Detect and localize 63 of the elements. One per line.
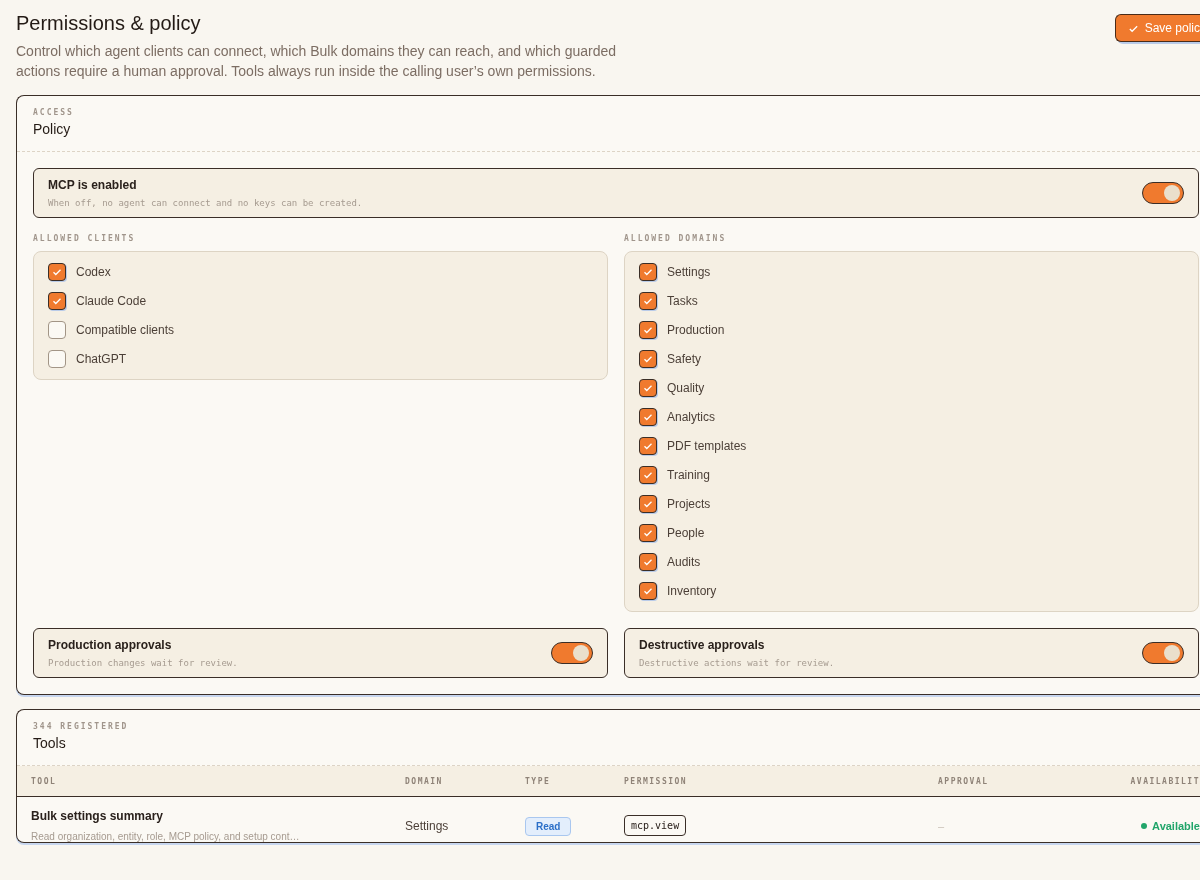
checkbox[interactable] <box>639 495 657 513</box>
checkbox[interactable] <box>639 553 657 571</box>
checkbox-option[interactable]: Quality <box>639 378 1184 398</box>
permission-code: mcp.view <box>624 815 687 836</box>
checkbox-option[interactable]: Training <box>639 465 1184 485</box>
checkbox[interactable] <box>48 292 66 310</box>
tool-description: Read organization, entity, role, MCP policy, and setup cont… <box>31 831 301 842</box>
status-dot-icon <box>1141 822 1148 829</box>
group-heading: ALLOWED DOMAINS <box>624 234 728 243</box>
setting-label: Production approvals <box>48 638 173 652</box>
checkbox[interactable] <box>48 350 66 368</box>
checkbox-option[interactable]: Production <box>639 320 1184 340</box>
checkbox-option[interactable]: Claude Code <box>48 291 593 311</box>
checkbox[interactable] <box>639 466 657 484</box>
section-eyebrow: ACCESS <box>33 108 75 117</box>
setting-hint: When off, no agent can connect and no keys can be created. <box>48 198 363 208</box>
checkbox-option[interactable]: Analytics <box>639 407 1184 427</box>
type-badge: Read <box>525 816 572 836</box>
checkbox-option[interactable]: Safety <box>639 349 1184 369</box>
checkbox[interactable] <box>639 524 657 542</box>
section-title: Policy <box>33 121 72 137</box>
table-cell-text: Settings <box>405 818 450 833</box>
page-description: Control which agent clients can connect, which Bulk domains they can reach, and which guarded actions require a human approval. Tools always run inside the calling user’s own permissions. <box>16 42 617 81</box>
column-header: TOOL <box>31 776 58 786</box>
checkbox[interactable] <box>639 321 657 339</box>
toggle-switch[interactable] <box>1142 642 1184 664</box>
table-cell-text: – <box>938 819 946 832</box>
checkbox-option[interactable]: Projects <box>639 494 1184 514</box>
checkbox-option[interactable]: Tasks <box>639 291 1184 311</box>
checkbox-option[interactable]: PDF templates <box>639 436 1184 456</box>
checkbox[interactable] <box>639 350 657 368</box>
tool-name: Bulk settings summary <box>31 809 165 823</box>
checkbox-option[interactable]: Inventory <box>639 581 1184 601</box>
column-header: AVAILABILIT <box>1129 776 1200 786</box>
checkbox[interactable] <box>639 437 657 455</box>
checkbox[interactable] <box>639 292 657 310</box>
checkbox[interactable] <box>639 263 657 281</box>
checkbox[interactable] <box>639 379 657 397</box>
toggle-switch[interactable] <box>1142 182 1184 204</box>
checkbox-option[interactable]: People <box>639 523 1184 543</box>
checkbox[interactable] <box>48 263 66 281</box>
checkbox-option[interactable]: Codex <box>48 262 593 282</box>
section-eyebrow: 344 REGISTERED <box>33 722 130 731</box>
setting-label: MCP is enabled <box>48 178 138 192</box>
checkbox-option[interactable]: ChatGPT <box>48 349 593 369</box>
column-header: TYPE <box>525 776 552 786</box>
setting-hint: Destructive actions wait for review. <box>639 658 835 668</box>
group-heading: ALLOWED CLIENTS <box>33 234 137 243</box>
toggle-switch[interactable] <box>551 642 593 664</box>
checkbox[interactable] <box>639 582 657 600</box>
checkbox-option[interactable]: Settings <box>639 262 1184 282</box>
section-title: Tools <box>33 735 67 751</box>
setting-label: Destructive approvals <box>639 638 766 652</box>
checkbox[interactable] <box>639 408 657 426</box>
checkbox-option[interactable]: Compatible clients <box>48 320 593 340</box>
column-header: DOMAIN <box>405 776 444 786</box>
page-title: Permissions & policy <box>16 12 202 35</box>
column-header: APPROVAL <box>938 776 990 786</box>
setting-hint: Production changes wait for review. <box>48 658 238 668</box>
checkbox-option[interactable]: Audits <box>639 552 1184 572</box>
availability-status: Available <box>1152 819 1200 832</box>
checkbox[interactable] <box>48 321 66 339</box>
column-header: PERMISSION <box>624 776 689 786</box>
